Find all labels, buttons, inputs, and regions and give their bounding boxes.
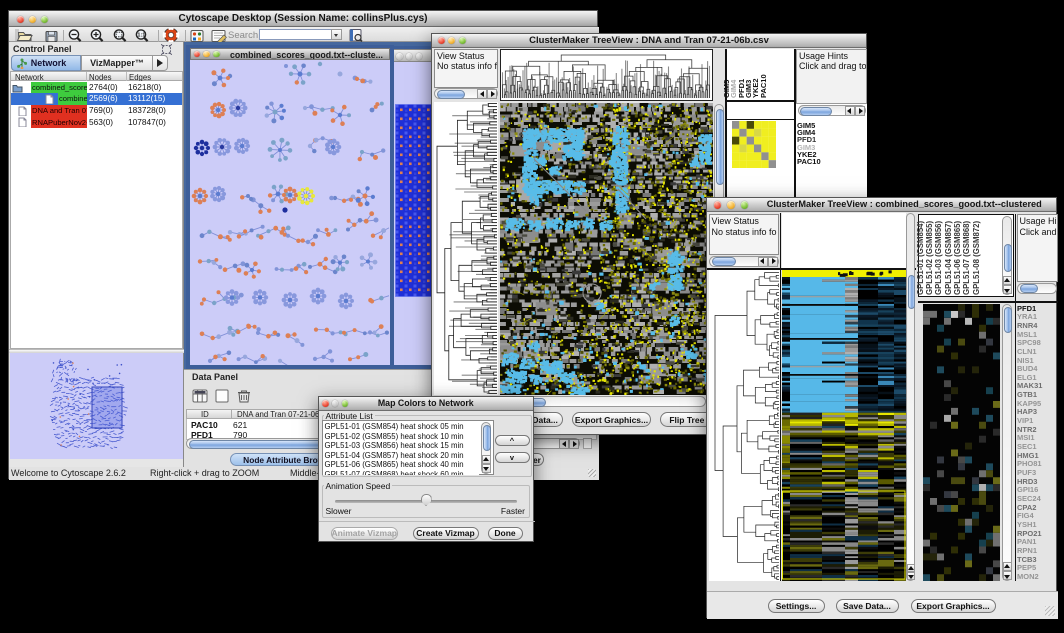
svg-text:1:1: 1:1	[137, 32, 145, 38]
